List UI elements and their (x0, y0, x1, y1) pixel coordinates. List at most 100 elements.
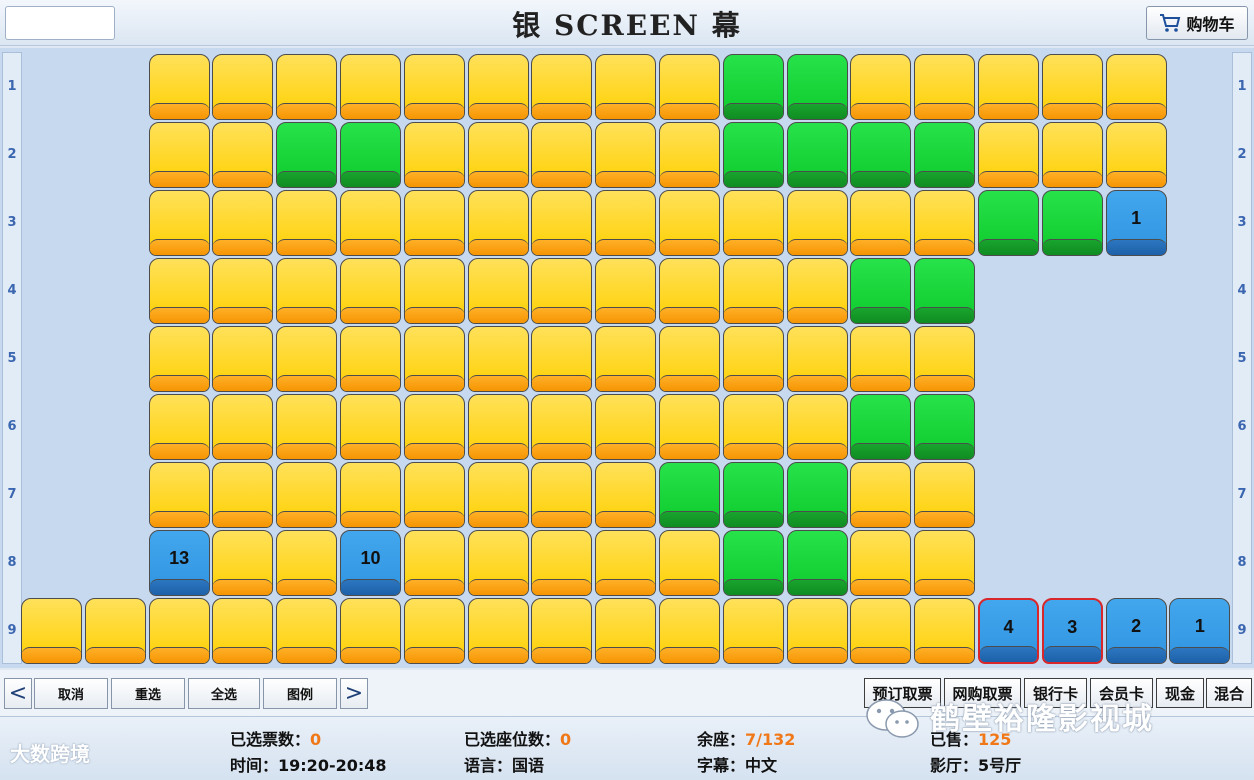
seat-2-3[interactable] (212, 122, 274, 188)
seat-8-14[interactable] (914, 530, 976, 596)
seat-7-11[interactable] (722, 462, 784, 528)
seat-1-12[interactable] (786, 54, 848, 120)
seat-8-6[interactable] (403, 530, 465, 596)
seat-6-10[interactable] (659, 394, 720, 460)
seat-5-13[interactable] (850, 326, 912, 392)
seat-9-1[interactable] (84, 598, 146, 664)
seat-3-6[interactable] (403, 190, 465, 256)
seat-1-3[interactable] (212, 54, 274, 120)
seat-2-17[interactable] (1105, 122, 1167, 188)
seat-5-9[interactable] (595, 326, 657, 392)
seat-9-8[interactable] (531, 598, 593, 664)
prev-page-button[interactable]: < (4, 678, 32, 709)
seat-3-16[interactable] (1041, 190, 1103, 256)
seat-5-5[interactable] (340, 326, 401, 392)
seat-2-8[interactable] (531, 122, 593, 188)
cash-button[interactable]: 现金 (1156, 678, 1204, 708)
seat-9-6[interactable] (403, 598, 465, 664)
seat-3-3[interactable] (212, 190, 274, 256)
seat-3-12[interactable] (786, 190, 848, 256)
seat-9-9[interactable] (595, 598, 657, 664)
seat-9-11[interactable] (722, 598, 784, 664)
seat-1-4[interactable] (276, 54, 338, 120)
seat-7-7[interactable] (467, 462, 529, 528)
seat-4-2[interactable] (148, 258, 210, 324)
seat-9-16[interactable]: 3 (1041, 598, 1103, 664)
seat-1-6[interactable] (403, 54, 465, 120)
seat-2-12[interactable] (786, 122, 848, 188)
seat-9-7[interactable] (467, 598, 529, 664)
seat-8-13[interactable] (850, 530, 912, 596)
legend-button[interactable]: 图例 (263, 678, 337, 709)
seat-4-7[interactable] (467, 258, 529, 324)
seat-9-0[interactable] (21, 598, 82, 664)
seat-1-14[interactable] (914, 54, 976, 120)
seat-3-10[interactable] (659, 190, 720, 256)
seat-6-14[interactable] (914, 394, 976, 460)
seat-6-2[interactable] (148, 394, 210, 460)
seat-2-11[interactable] (722, 122, 784, 188)
seat-2-13[interactable] (850, 122, 912, 188)
seat-5-2[interactable] (148, 326, 210, 392)
seat-9-13[interactable] (850, 598, 912, 664)
seat-9-4[interactable] (276, 598, 338, 664)
seat-6-9[interactable] (595, 394, 657, 460)
seat-5-10[interactable] (659, 326, 720, 392)
seat-1-10[interactable] (659, 54, 720, 120)
seat-5-6[interactable] (403, 326, 465, 392)
seat-2-5[interactable] (340, 122, 401, 188)
seat-3-13[interactable] (850, 190, 912, 256)
seat-4-6[interactable] (403, 258, 465, 324)
seat-4-11[interactable] (722, 258, 784, 324)
seat-5-8[interactable] (531, 326, 593, 392)
seat-1-8[interactable] (531, 54, 593, 120)
seat-1-13[interactable] (850, 54, 912, 120)
seat-8-7[interactable] (467, 530, 529, 596)
seat-4-13[interactable] (850, 258, 912, 324)
seat-7-2[interactable] (148, 462, 210, 528)
seat-8-11[interactable] (722, 530, 784, 596)
seat-2-6[interactable] (403, 122, 465, 188)
seat-6-7[interactable] (467, 394, 529, 460)
seat-1-2[interactable] (148, 54, 210, 120)
seat-7-3[interactable] (212, 462, 274, 528)
seat-4-4[interactable] (276, 258, 338, 324)
seat-9-10[interactable] (659, 598, 720, 664)
seat-2-10[interactable] (659, 122, 720, 188)
seat-6-11[interactable] (722, 394, 784, 460)
seat-7-4[interactable] (276, 462, 338, 528)
seat-3-8[interactable] (531, 190, 593, 256)
seat-4-5[interactable] (340, 258, 401, 324)
seat-1-16[interactable] (1041, 54, 1103, 120)
seat-8-8[interactable] (531, 530, 593, 596)
seat-4-8[interactable] (531, 258, 593, 324)
seat-4-9[interactable] (595, 258, 657, 324)
seat-9-14[interactable] (914, 598, 976, 664)
seat-2-16[interactable] (1041, 122, 1103, 188)
seat-3-9[interactable] (595, 190, 657, 256)
seat-3-7[interactable] (467, 190, 529, 256)
seat-1-17[interactable] (1105, 54, 1167, 120)
seat-8-9[interactable] (595, 530, 657, 596)
seat-2-2[interactable] (148, 122, 210, 188)
seat-9-5[interactable] (340, 598, 401, 664)
seat-6-4[interactable] (276, 394, 338, 460)
seat-3-17[interactable]: 1 (1105, 190, 1167, 256)
seat-3-4[interactable] (276, 190, 338, 256)
seat-6-6[interactable] (403, 394, 465, 460)
seat-3-5[interactable] (340, 190, 401, 256)
seat-7-13[interactable] (850, 462, 912, 528)
seat-4-3[interactable] (212, 258, 274, 324)
reselect-button[interactable]: 重选 (111, 678, 185, 709)
seat-2-4[interactable] (276, 122, 338, 188)
seat-1-9[interactable] (595, 54, 657, 120)
seat-7-6[interactable] (403, 462, 465, 528)
cart-button[interactable]: 购物车 (1146, 6, 1248, 40)
seat-5-3[interactable] (212, 326, 274, 392)
seat-3-11[interactable] (722, 190, 784, 256)
seat-8-5[interactable]: 10 (340, 530, 401, 596)
seat-6-5[interactable] (340, 394, 401, 460)
seat-1-11[interactable] (722, 54, 784, 120)
seat-7-9[interactable] (595, 462, 657, 528)
mixed-payment-button[interactable]: 混合 (1206, 678, 1252, 708)
